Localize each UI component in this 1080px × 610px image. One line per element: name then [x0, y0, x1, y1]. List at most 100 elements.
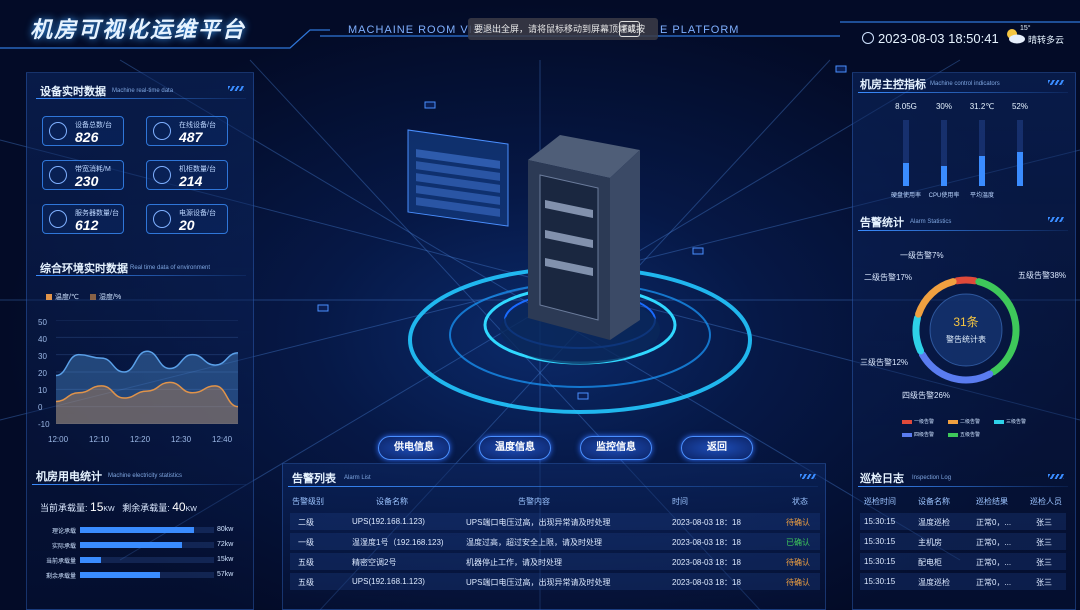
electric-en: Machine electricity statistics	[108, 473, 183, 479]
indicator-value: 31.2℃	[969, 102, 995, 111]
alarm-header: 告警级别	[292, 497, 324, 506]
device-card: 服务器数量/台 612	[42, 204, 124, 234]
alarm-title: 告警列表	[292, 473, 336, 485]
donut-slice	[953, 276, 979, 285]
page-title: 机房可视化运维平台	[30, 17, 247, 42]
alarm-legend-item: 五级告警	[948, 431, 980, 438]
alarm-cell: 五级	[298, 578, 314, 587]
inspection-decoration	[1048, 474, 1064, 479]
electric-bar-value: 15kw	[217, 556, 234, 563]
legend-swatch	[902, 419, 912, 424]
alarm-legend-item: 四级告警	[902, 431, 934, 438]
device-card: 在线设备/台 487	[146, 116, 228, 146]
legend-label: 五级告警	[960, 432, 981, 438]
indicator-label: 平均温度	[969, 193, 994, 199]
device-card: 设备总数/台 826	[42, 116, 124, 146]
y-tick: 40	[38, 335, 47, 344]
legend-swatch	[994, 419, 1004, 424]
electric-bar-value: 57kw	[217, 571, 234, 578]
datetime: 2023-08-03 18:50:41	[878, 31, 999, 46]
indicator-fill	[903, 162, 909, 186]
f11-key: F11	[618, 21, 640, 37]
inspection-cell: 正常0，...	[976, 558, 1012, 567]
inspection-cell: 温度巡检	[918, 578, 950, 587]
device-card: 电源设备/台 20	[146, 204, 228, 234]
indicator-value: 30%	[935, 102, 952, 111]
env-underline	[36, 275, 246, 276]
alarm-cell: 二级	[298, 518, 314, 527]
legend-temperature: 温度/℃	[46, 292, 79, 302]
alarm-legend-item: 二级告警	[948, 418, 980, 425]
alarm-title-decoration	[800, 474, 816, 479]
alarm-cell: 精密空调2号	[352, 558, 397, 567]
x-tick: 12:40	[212, 435, 233, 444]
electric-bar-fill	[80, 572, 161, 578]
device-icon	[49, 122, 67, 140]
temperature-info-button[interactable]: 温度信息	[479, 436, 551, 460]
inspection-title: 巡检日志	[860, 473, 904, 485]
y-tick: 0	[38, 403, 43, 412]
y-tick: -10	[38, 420, 50, 429]
inspection-cell: 正常0，...	[976, 538, 1012, 547]
y-tick: 50	[38, 318, 47, 327]
device-title: 设备实时数据	[40, 86, 106, 98]
legend-humidity: 湿度/%	[90, 292, 121, 302]
electric-bar-fill	[80, 557, 102, 563]
env-title: 综合环境实时数据	[40, 263, 128, 275]
alarm-donut	[912, 276, 1020, 384]
clock-icon	[862, 32, 874, 44]
electric-bar-label: 剩余承载量	[45, 574, 76, 580]
alarm-label-5: 五级告警38%	[1018, 271, 1067, 280]
alarm-header: 告警内容	[518, 497, 550, 506]
remain-load-value: 40	[172, 500, 186, 514]
alarm-legend-item: 三级告警	[994, 418, 1026, 425]
online-icon	[153, 122, 171, 140]
power-info-button[interactable]: 供电信息	[378, 436, 450, 460]
fullscreen-toast: 要退出全屏，请将鼠标移动到屏幕顶端或按 F11	[468, 18, 658, 40]
card-value: 230	[75, 173, 99, 189]
alarm-cell: UPS端口电压过高，出现异常请及时处理	[466, 518, 611, 527]
indicator-fill	[941, 166, 947, 186]
alarm-cell: 一级	[298, 538, 314, 547]
inspection-underline	[858, 486, 1068, 487]
inspection-cell: 张三	[1036, 518, 1052, 527]
alarm-cell: 2023-08-03 18：18	[672, 578, 741, 587]
electric-bar-fill	[80, 527, 194, 533]
electric-bar-label: 实际承载	[51, 544, 76, 550]
donut-center	[929, 293, 1003, 367]
inspection-cell: 张三	[1036, 538, 1052, 547]
inspection-header: 设备名称	[918, 497, 950, 506]
indicators-en: Machine control indicators	[930, 81, 1000, 87]
device-card: 带宽消耗/M 230	[42, 160, 124, 190]
electric-summary: 当前承载量: 15KW 剩余承载量: 40KW	[40, 500, 197, 514]
inspection-cell: 正常0，...	[976, 518, 1012, 527]
inspection-cell: 15:30:15	[864, 577, 896, 586]
alarm-label-1: 一级告警7%	[900, 251, 944, 260]
indicator-fill	[1017, 151, 1023, 186]
weather-text: 晴转多云	[1028, 35, 1065, 45]
donut-slice	[912, 314, 925, 355]
alarm-cell: 2023-08-03 18：18	[672, 538, 741, 547]
bandwidth-icon	[49, 166, 67, 184]
electric-bar-label: 理论承载	[51, 529, 76, 535]
alarm-cell: 五级	[298, 558, 314, 567]
remain-load-label: 剩余承载量:	[122, 503, 170, 513]
card-value: 826	[75, 129, 99, 145]
alarm-cell: UPS端口电压过高，出现异常请及时处理	[466, 578, 611, 587]
x-tick: 12:20	[130, 435, 151, 444]
alarm-cell: 2023-08-03 18：18	[672, 558, 741, 567]
indicators-title: 机房主控指标	[860, 79, 926, 91]
legend-label: 二级告警	[960, 419, 981, 425]
inspection-cell: 正常0，...	[976, 578, 1012, 587]
alarm-cell: 待确认	[786, 558, 810, 567]
inspection-cell: 温度巡检	[918, 518, 950, 527]
temperature: 15°	[1020, 25, 1031, 32]
legend-swatch	[948, 419, 958, 424]
indicator-value: 52%	[1011, 102, 1028, 111]
remain-load-unit: KW	[185, 506, 197, 513]
current-load-unit: KW	[103, 506, 115, 513]
monitor-info-button[interactable]: 监控信息	[580, 436, 652, 460]
alarm-stats-decoration	[1048, 217, 1064, 222]
indicators-title-decoration	[1048, 80, 1064, 85]
back-button[interactable]: 返回	[681, 436, 753, 460]
